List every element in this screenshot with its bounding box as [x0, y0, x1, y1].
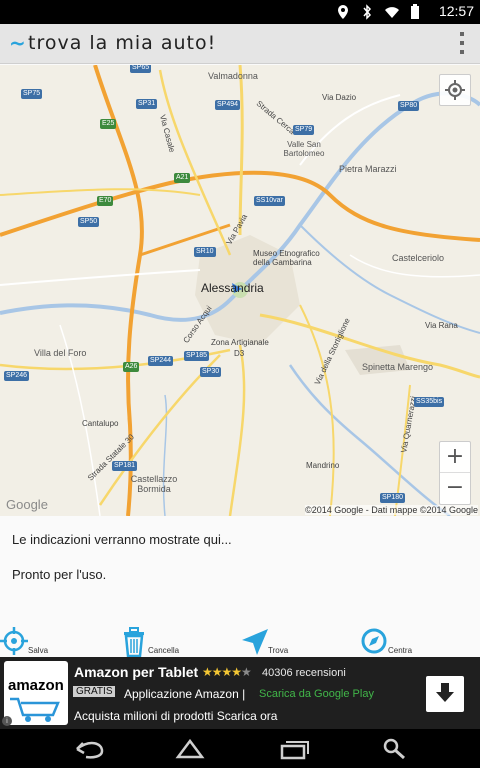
google-logo: Google — [6, 497, 48, 512]
road-shield: SP180 — [380, 493, 406, 503]
compass-icon — [361, 628, 387, 654]
nav-bar-icons — [76, 738, 405, 760]
rating-stars: ★★★★★ — [202, 665, 252, 679]
ad-title: Amazon per Tablet — [74, 664, 199, 680]
trash-icon — [124, 627, 144, 657]
app-screen: 12:57 ~ trova la mia auto! Valmadonna Vi… — [0, 0, 480, 768]
back-icon[interactable] — [76, 741, 104, 759]
map-label: Pietra Marazzi — [339, 164, 397, 174]
status-text: Pronto per l'uso. — [12, 567, 107, 582]
my-location-icon — [445, 80, 465, 100]
amazon-logo: amazon — [4, 661, 68, 725]
zoom-controls: + − — [439, 441, 471, 505]
directions-text: Le indicazioni verranno mostrate qui... — [12, 532, 232, 547]
map-label: Museo Etnografico della Gambarina — [253, 249, 320, 267]
ad-banner[interactable]: amazon Amazon per Tablet ★★★★★ 40306 rec… — [0, 657, 480, 729]
trova-label: Trova — [268, 646, 289, 655]
road-shield: SP181 — [112, 461, 138, 471]
road-shield: SS35bis — [414, 397, 445, 407]
road-shield: SP246 — [4, 371, 30, 381]
ad-tagline: Acquista milioni di prodotti Scarica ora — [74, 709, 278, 723]
map-label: Via Rana — [425, 321, 458, 330]
ad-info-icon[interactable]: i — [2, 716, 12, 726]
my-location-button[interactable] — [439, 74, 471, 106]
app-logo-icon[interactable]: ~ — [9, 31, 26, 55]
star-icon: ★★★★ — [202, 665, 242, 679]
navigation-arrow-icon — [242, 629, 268, 655]
map-view[interactable]: Valmadonna Via Dazio Strada Cerca Valle … — [0, 65, 480, 516]
map-label: Cantalupo — [82, 419, 119, 428]
overflow-menu-icon[interactable] — [458, 32, 466, 54]
home-icon[interactable] — [175, 738, 205, 759]
ad-app-name: Applicazione Amazon | — [124, 687, 246, 701]
road-shield: SP494 — [215, 100, 241, 110]
status-time: 12:57 — [438, 3, 474, 19]
free-badge: GRATIS — [73, 686, 116, 697]
road-shield: SP244 — [148, 356, 174, 366]
centra-button[interactable]: Centra — [360, 627, 420, 657]
map-label: Valmadonna — [208, 71, 258, 81]
road-shield: SP185 — [184, 351, 210, 361]
shopping-cart-icon — [10, 697, 60, 722]
map-label: Valle San Bartolomeo — [283, 140, 325, 158]
map-label: D3 — [234, 349, 245, 358]
road-shield: SS10var — [254, 196, 285, 206]
zoom-out-button[interactable]: − — [440, 473, 470, 504]
crosshair-icon — [0, 627, 28, 655]
road-shield: SP65 — [130, 65, 152, 73]
road-shield: E25 — [100, 119, 117, 129]
star-empty-icon: ★ — [241, 665, 252, 679]
road-shield: SP31 — [136, 99, 158, 109]
download-icon — [436, 683, 454, 702]
recent-apps-icon[interactable] — [280, 741, 309, 760]
amazon-logo-text: amazon — [8, 677, 64, 694]
search-icon[interactable] — [383, 738, 405, 760]
zoom-in-button[interactable]: + — [440, 442, 470, 473]
road-shield: SP79 — [293, 125, 315, 135]
map-copyright[interactable]: ©2014 Google - Dati mappe ©2014 Google — [305, 505, 478, 515]
trova-button[interactable]: Trova — [240, 627, 300, 657]
map-label: Spinetta Marengo — [362, 362, 434, 372]
road-shield: SP30 — [200, 367, 222, 377]
map-label: Via Dazio — [322, 93, 357, 102]
download-button[interactable] — [426, 676, 464, 712]
map-label-city: Alessandria — [201, 281, 264, 295]
cancella-label: Cancella — [148, 646, 180, 655]
road-shield: SP50 — [78, 217, 100, 227]
ad-reviews: 40306 recensioni — [262, 667, 346, 679]
road-shield: SP80 — [398, 101, 420, 111]
app-title: trova la mia auto! — [28, 32, 217, 54]
road-shield: SR10 — [194, 247, 216, 257]
centra-label: Centra — [388, 646, 413, 655]
road-shield: A21 — [174, 173, 191, 183]
map-label: Zona Artigianale — [211, 338, 269, 347]
cancella-button[interactable]: Cancella — [120, 627, 190, 657]
battery-icon — [411, 4, 419, 19]
location-icon — [338, 5, 348, 19]
map-label: Castelceriolo — [392, 253, 445, 263]
map-label: Mandrino — [306, 461, 340, 470]
action-bar: ~ trova la mia auto! — [0, 24, 480, 64]
status-icons — [336, 3, 420, 21]
road-shield: A26 — [123, 362, 140, 372]
nav-bar — [0, 729, 480, 768]
salva-label: Salva — [28, 646, 49, 655]
map-label: Castellazzo Bormida — [130, 474, 178, 494]
bluetooth-icon — [363, 4, 372, 20]
ad-store-link[interactable]: Scarica da Google Play — [259, 688, 374, 700]
status-bar: 12:57 — [0, 0, 480, 24]
road-shield: SP75 — [21, 89, 43, 99]
salva-button[interactable]: Salva — [0, 627, 60, 657]
road-shield: E70 — [97, 196, 114, 206]
wifi-icon — [385, 7, 399, 18]
map-label: Villa del Foro — [34, 348, 87, 358]
